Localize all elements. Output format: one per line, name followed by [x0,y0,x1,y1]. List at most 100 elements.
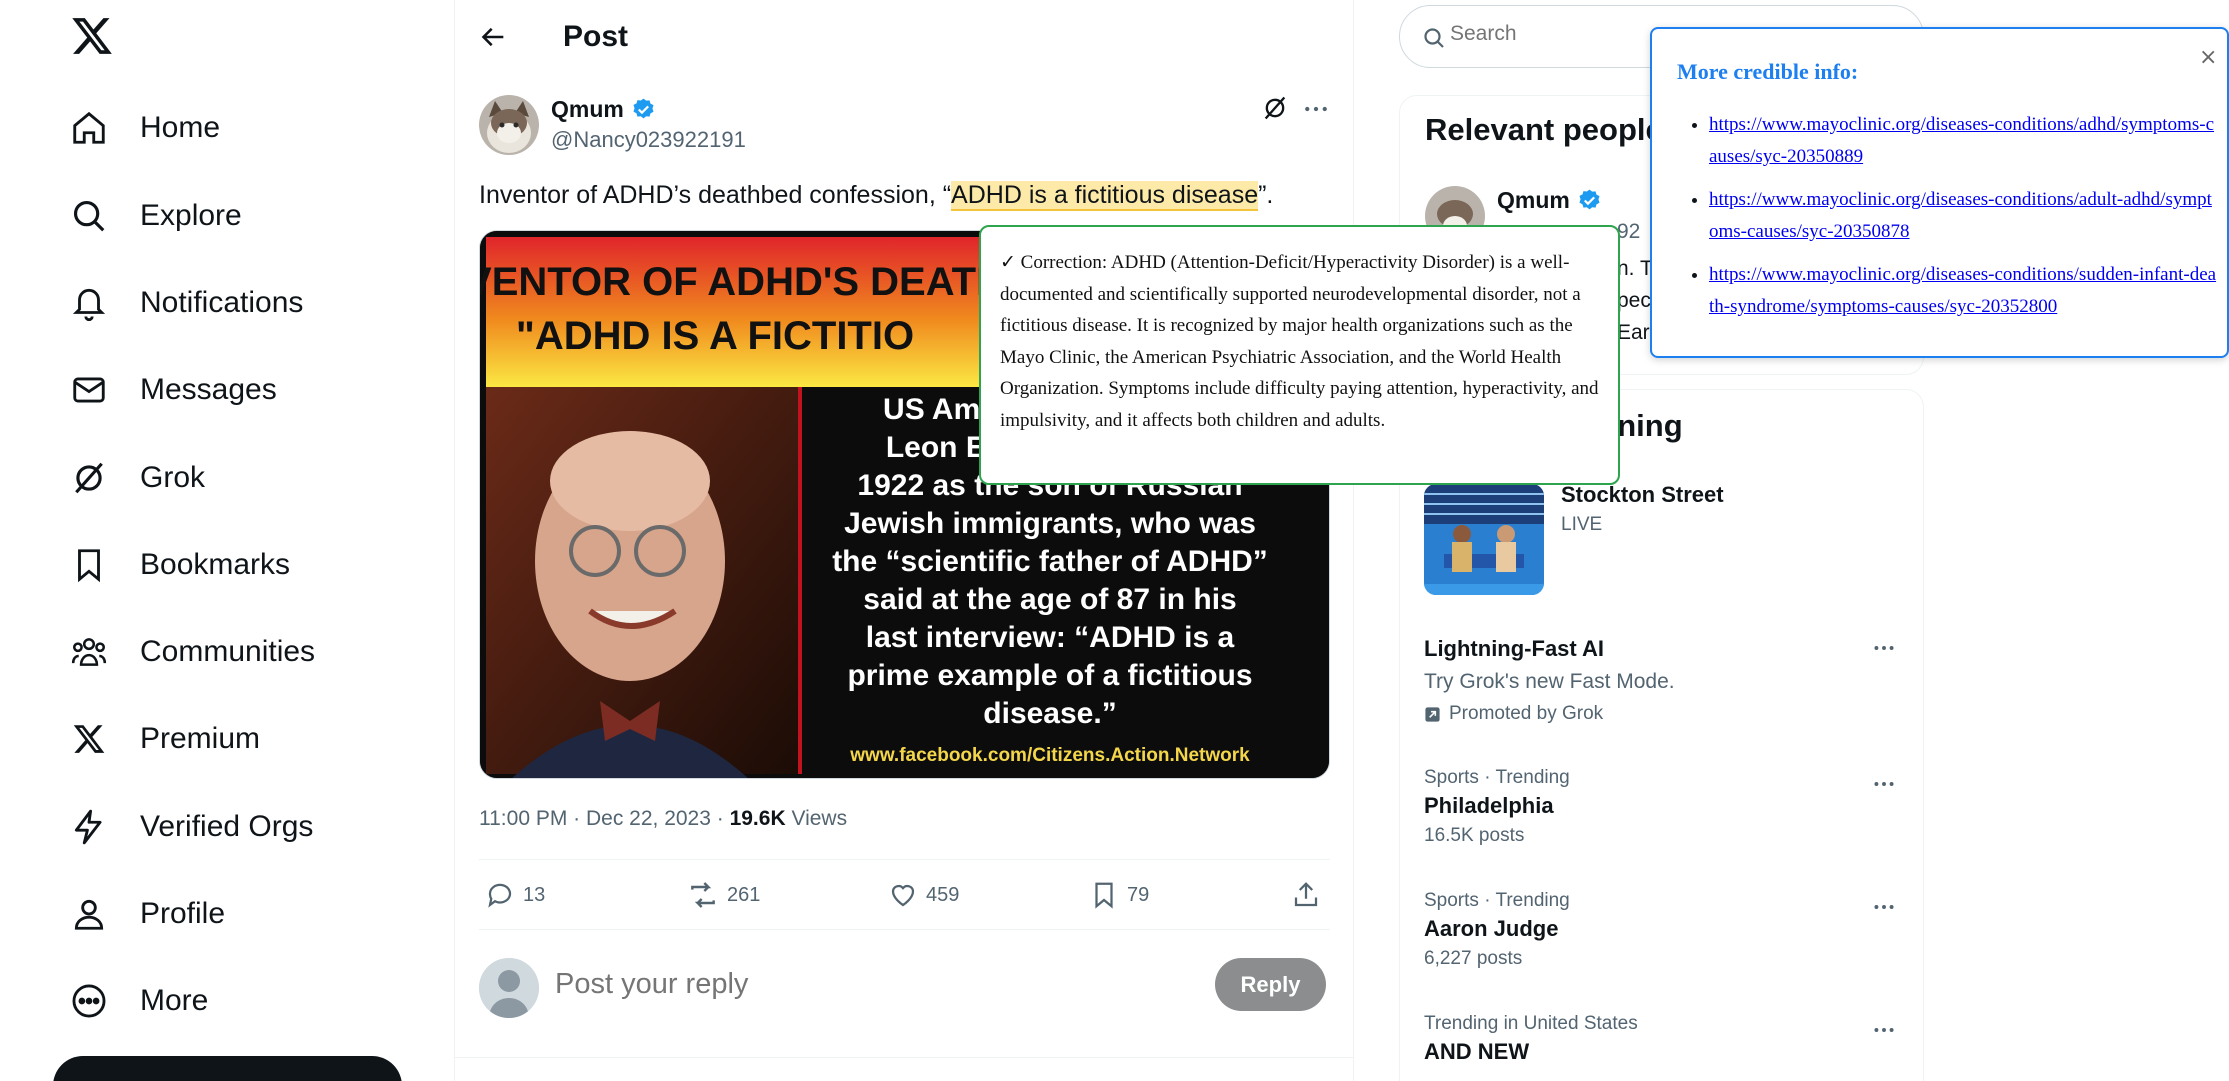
trend-name: Aaron Judge [1424,916,1559,941]
trend-item[interactable]: Sports · Trending Aaron Judge 6,227 post… [1424,890,1570,970]
person-icon [70,895,108,933]
author-name[interactable]: Qmum [551,96,656,123]
more-options-icon[interactable] [1868,1018,1900,1042]
search-icon [1424,28,1444,48]
trend-count: 16.5K posts [1424,825,1525,846]
trend-context: Sports · Trending [1424,890,1570,911]
reply-action[interactable]: 13 [485,877,545,913]
more-options-icon[interactable] [1868,772,1900,796]
relevant-person-handle: 92 [1617,220,1641,243]
left-nav: Home Explore Notifications Messages Grok… [0,0,455,1081]
communities-icon [70,633,108,671]
nav-label-messages: Messages [140,373,277,406]
relevant-person-name[interactable]: Qmum [1497,187,1602,214]
bio-line: Ear [1617,321,1650,344]
trend-context: Trending in United States [1424,1013,1638,1034]
nav-item-home[interactable]: Home [70,100,220,156]
promo-attribution: Promoted by Grok [1424,703,1675,725]
credible-link[interactable]: https://www.mayoclinic.org/diseases-cond… [1709,189,2212,242]
nav-item-notifications[interactable]: Notifications [70,275,303,331]
credible-link[interactable]: https://www.mayoclinic.org/diseases-cond… [1709,264,2216,317]
trend-count: 6,227 posts [1424,948,1523,969]
post-text-start: Inventor of ADHD’s deathbed confession, … [479,181,952,209]
image-line-8: prime example of a fictitious [847,659,1252,692]
post-detail: Post Qmum @Nancy023922191 Inventor of AD… [455,0,1353,1081]
relevant-people-title: Relevant people [1425,112,1663,147]
bookmark-icon [70,546,108,584]
nav-item-profile[interactable]: Profile [70,886,225,942]
live-event-thumbnail[interactable] [1424,484,1544,595]
list-item: https://www.mayoclinic.org/diseases-cond… [1709,109,2217,173]
trend-item[interactable]: Sports · Trending Philadelphia 16.5K pos… [1424,767,1570,847]
image-line-2: Leon Ei [886,431,994,464]
nav-item-explore[interactable]: Explore [70,188,242,244]
lightning-icon [70,808,108,846]
grok-icon[interactable] [1261,94,1289,122]
relevant-person-name-text: Qmum [1497,187,1570,213]
bio-line: pec [1617,289,1651,312]
x-logo-icon[interactable] [70,14,114,58]
more-circle-icon [70,982,108,1020]
nav-item-premium[interactable]: Premium [70,711,260,767]
live-badge: LIVE [1561,514,1603,535]
nav-label-profile: Profile [140,897,226,930]
more-options-icon[interactable] [1301,94,1331,124]
search-icon [70,197,108,235]
close-icon[interactable]: × [2199,45,2217,70]
post-meta: 11:00 PM · Dec 22, 2023 · 19.6K Views [479,807,847,831]
reply-input[interactable] [555,968,1155,1001]
nav-label-explore: Explore [140,199,242,232]
repost-action[interactable]: 261 [687,877,760,913]
list-item: https://www.mayoclinic.org/diseases-cond… [1709,184,2217,248]
divider [479,929,1330,930]
nav-item-more[interactable]: More [70,973,208,1029]
image-headline-1: INVENTOR OF ADHD'S DEATH [480,260,1005,304]
highlighted-claim[interactable]: ADHD is a fictitious disease [951,181,1259,211]
nav-item-bookmarks[interactable]: Bookmarks [70,537,290,593]
nav-item-communities[interactable]: Communities [70,624,315,680]
back-button[interactable] [475,18,513,56]
author-handle[interactable]: @Nancy023922191 [551,127,746,153]
like-action[interactable]: 459 [888,877,959,913]
credible-link[interactable]: https://www.mayoclinic.org/diseases-cond… [1709,114,2214,167]
nav-label-home: Home [140,111,221,144]
trend-item[interactable]: Trending in United States AND NEW [1424,1013,1638,1065]
image-source: www.facebook.com/Citizens.Action.Network [849,745,1250,766]
image-line-4: Jewish immigrants, who was [844,507,1256,540]
live-event-title[interactable]: Stockton Street [1561,482,1724,508]
post-button[interactable] [53,1056,402,1081]
reply-count: 13 [523,883,546,906]
reply-button[interactable]: Reply [1215,958,1326,1011]
list-item: https://www.mayoclinic.org/diseases-cond… [1709,259,2217,323]
nav-item-grok[interactable]: Grok [70,450,205,506]
verified-badge-icon [631,97,656,122]
nav-label-communities: Communities [140,635,316,668]
heart-icon [891,884,915,907]
grok-icon [70,459,108,497]
arrow-left-icon [481,27,504,47]
nav-item-verified-orgs[interactable]: Verified Orgs [70,799,313,855]
more-options-icon[interactable] [1868,636,1900,660]
views-count: 19.6K [729,807,786,830]
trend-context: Sports · Trending [1424,767,1570,788]
trend-name: Philadelphia [1424,793,1554,818]
bookmark-action[interactable]: 79 [1089,877,1149,913]
nav-item-messages[interactable]: Messages [70,362,277,418]
views-label: Views [785,807,848,830]
relevant-person-bio: n. T pec Ear [1617,253,1653,349]
promo-description: Try Grok's new Fast Mode. [1424,670,1675,693]
post-time[interactable]: 11:00 PM · Dec 22, 2023 · [479,807,730,830]
promoted-trend[interactable]: Lightning-Fast AI Try Grok's new Fast Mo… [1424,636,1675,725]
author-name-text: Qmum [551,96,624,122]
repost-count: 261 [727,883,761,906]
nav-label-bookmarks: Bookmarks [140,548,291,581]
trend-name: AND NEW [1424,1039,1530,1064]
image-line-7: last interview: “ADHD is a [866,621,1235,654]
promoted-icon [1425,706,1440,722]
share-action[interactable] [1291,877,1321,913]
author-avatar[interactable] [479,95,539,155]
more-options-icon[interactable] [1868,895,1900,919]
correction-tooltip: ✓ Correction: ADHD (Attention-Deficit/Hy… [979,225,1620,485]
divider [479,859,1330,860]
image-line-6: said at the age of 87 in his [863,583,1236,616]
